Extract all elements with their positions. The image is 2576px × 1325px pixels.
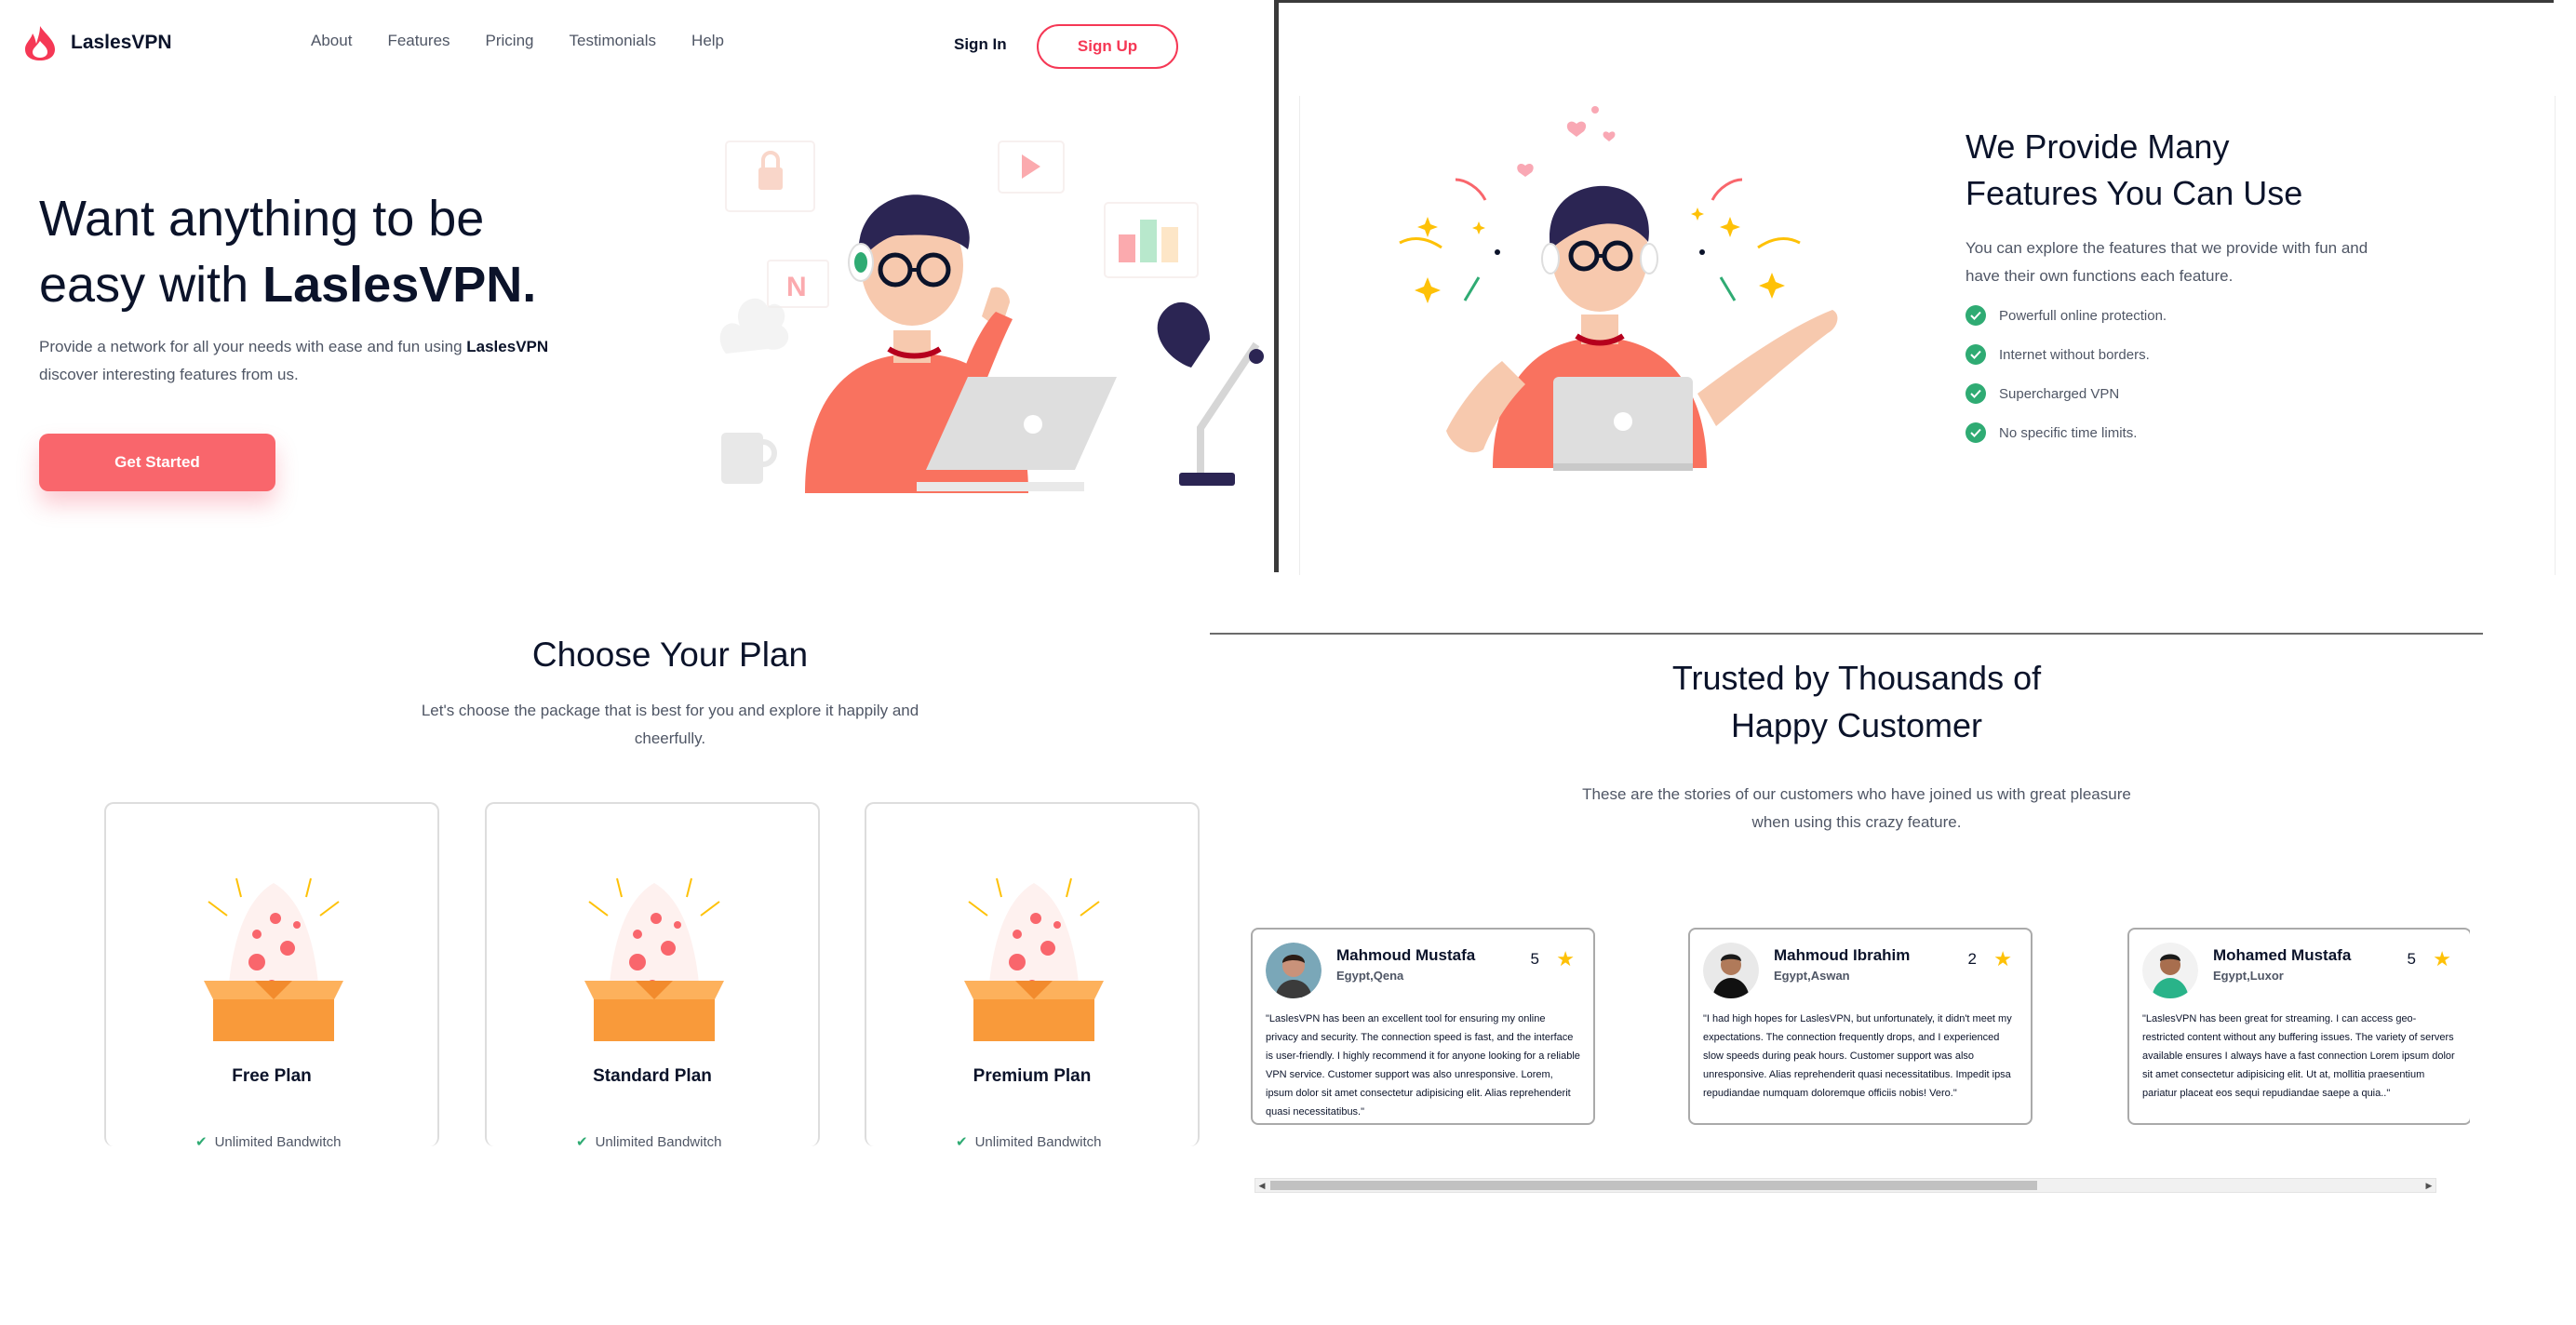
review-text: "LaslesVPN has been great for streaming.… bbox=[2142, 1013, 2455, 1099]
sign-up-button[interactable]: Sign Up bbox=[1037, 24, 1178, 69]
check-icon bbox=[1966, 422, 1986, 443]
testimonials-section: Trusted by Thousands of Happy Customer T… bbox=[1210, 572, 2576, 1224]
feature-item: Supercharged VPN bbox=[1966, 374, 2167, 413]
testimonial-card: Mohamed Mustafa Egypt,Luxor 5 ★ "LaslesV… bbox=[2127, 928, 2472, 1125]
plan-feature: ✔ Unlimited Bandwitch bbox=[576, 1133, 721, 1146]
scrollbar-thumb[interactable] bbox=[1270, 1181, 2037, 1190]
scroll-left-icon[interactable]: ◀ bbox=[1255, 1179, 1268, 1192]
check-icon bbox=[1966, 383, 1986, 404]
brand-name: LaslesVPN bbox=[71, 32, 172, 53]
plan-feature-label: Unlimited Bandwitch bbox=[595, 1134, 722, 1146]
reviewer-name: Mahmoud Mustafa bbox=[1336, 946, 1476, 964]
features-illustration bbox=[1399, 106, 1838, 471]
reviewer-name: Mahmoud Ibrahim bbox=[1774, 946, 1911, 964]
reviewer-name: Mohamed Mustafa bbox=[2213, 946, 2352, 964]
reviewer-location: Egypt,Luxor bbox=[2213, 969, 2284, 983]
check-icon: ✔ bbox=[956, 1134, 968, 1146]
avatar bbox=[2142, 943, 2198, 998]
feature-item-label: Powerfull online protection. bbox=[1999, 307, 2167, 324]
plan-name: Free Plan bbox=[232, 1066, 312, 1086]
plan-feature-label: Unlimited Bandwitch bbox=[214, 1134, 342, 1146]
features-title: We Provide Many Features You Can Use bbox=[1966, 124, 2487, 217]
get-started-button[interactable]: Get Started bbox=[39, 434, 275, 491]
features-title-line2: Features You Can Use bbox=[1966, 174, 2303, 212]
pricing-section: Choose Your Plan Let's choose the packag… bbox=[0, 572, 1210, 1149]
features-description: You can explore the features that we pro… bbox=[1966, 239, 2368, 285]
plan-name: Premium Plan bbox=[973, 1066, 1092, 1086]
avatar bbox=[1266, 943, 1322, 998]
main-nav: About Features Pricing Testimonials Help bbox=[311, 32, 724, 50]
nav-about[interactable]: About bbox=[311, 32, 352, 50]
testimonials-title-line2: Happy Customer bbox=[1730, 706, 1983, 744]
hero-illustration: N bbox=[719, 141, 1264, 493]
hero-desc-text: Provide a network for all your needs wit… bbox=[39, 338, 467, 355]
testimonial-card: Mahmoud Ibrahim Egypt,Aswan 2 ★ "I had h… bbox=[1688, 928, 2033, 1125]
testimonial-card: Mahmoud Mustafa Egypt,Qena 5 ★ "LaslesVP… bbox=[1251, 928, 1595, 1125]
hero-title-brand: LaslesVPN. bbox=[262, 257, 537, 313]
hero-title-line1: Want anything to be bbox=[39, 191, 485, 247]
avatar bbox=[1703, 943, 1759, 998]
feature-item-label: No specific time limits. bbox=[1999, 424, 2138, 441]
scroll-right-icon[interactable]: ▶ bbox=[2422, 1179, 2435, 1192]
pricing-title: Choose Your Plan bbox=[531, 636, 809, 674]
reviewer-location: Egypt,Aswan bbox=[1774, 969, 1850, 983]
plan-card-premium[interactable]: Premium Plan ✔ Unlimited Bandwitch bbox=[865, 802, 1200, 1146]
plan-card-free[interactable]: Free Plan ✔ Unlimited Bandwitch bbox=[104, 802, 439, 1146]
plan-feature: ✔ Unlimited Bandwitch bbox=[195, 1133, 341, 1146]
plan-feature-label: Unlimited Bandwitch bbox=[974, 1134, 1102, 1146]
check-icon: ✔ bbox=[195, 1134, 208, 1146]
features-title-line1: We Provide Many bbox=[1966, 127, 2230, 166]
testimonials-subtitle: These are the stories of our customers w… bbox=[1582, 785, 2131, 831]
hero-desc-line2: discover interesting features from us. bbox=[39, 366, 299, 383]
check-icon bbox=[1966, 344, 1986, 365]
pricing-subtitle: Let's choose the package that is best fo… bbox=[421, 702, 919, 747]
check-icon bbox=[1966, 305, 1986, 326]
review-text: "I had high hopes for LaslesVPN, but unf… bbox=[1703, 1013, 2012, 1099]
reviewer-location: Egypt,Qena bbox=[1336, 969, 1404, 983]
feature-item-label: Supercharged VPN bbox=[1999, 385, 2120, 402]
nav-help[interactable]: Help bbox=[691, 32, 724, 50]
hero-title: Want anything to be easy with LaslesVPN. bbox=[39, 186, 616, 318]
nav-features[interactable]: Features bbox=[387, 32, 449, 50]
rating-value: 5 bbox=[1530, 950, 1539, 968]
star-icon: ★ bbox=[2433, 947, 2451, 970]
carousel-scrollbar[interactable]: ◀ ▶ bbox=[1254, 1178, 2436, 1193]
feature-item: No specific time limits. bbox=[1966, 413, 2167, 452]
gift-box-icon bbox=[204, 877, 343, 1041]
hero-desc-brand: LaslesVPN bbox=[466, 338, 549, 355]
hero-title-line2-prefix: easy with bbox=[39, 257, 263, 313]
features-section: We Provide Many Features You Can Use You… bbox=[1279, 3, 2556, 575]
review-text: "LaslesVPN has been an excellent tool fo… bbox=[1266, 1013, 1580, 1118]
brand[interactable]: LaslesVPN bbox=[22, 24, 172, 61]
plan-name: Standard Plan bbox=[593, 1066, 712, 1086]
nav-testimonials[interactable]: Testimonials bbox=[570, 32, 657, 50]
hero-section: LaslesVPN About Features Pricing Testimo… bbox=[0, 0, 1275, 572]
star-icon: ★ bbox=[1556, 947, 1575, 970]
gift-box-icon bbox=[584, 877, 724, 1041]
hero-description: Provide a network for all your needs wit… bbox=[39, 333, 579, 389]
logo-icon bbox=[25, 26, 55, 60]
rating-value: 2 bbox=[1967, 950, 1977, 968]
star-icon: ★ bbox=[1993, 947, 2012, 970]
nav-pricing[interactable]: Pricing bbox=[486, 32, 534, 50]
features-list: Powerfull online protection. Internet wi… bbox=[1966, 296, 2167, 452]
art-letter: N bbox=[786, 272, 807, 302]
testimonials-title-line1: Trusted by Thousands of bbox=[1671, 659, 2042, 697]
testimonials-title: Trusted by Thousands of Happy Customer bbox=[1582, 654, 2131, 749]
sign-in-link[interactable]: Sign In bbox=[954, 35, 1007, 54]
rating-value: 5 bbox=[2407, 950, 2416, 968]
plan-feature: ✔ Unlimited Bandwitch bbox=[956, 1133, 1101, 1146]
plan-card-standard[interactable]: Standard Plan ✔ Unlimited Bandwitch bbox=[485, 802, 820, 1146]
carousel-clip bbox=[2470, 921, 2576, 1135]
feature-item: Internet without borders. bbox=[1966, 335, 2167, 374]
section-divider bbox=[1210, 633, 2483, 635]
gift-box-icon bbox=[964, 877, 1104, 1041]
check-icon: ✔ bbox=[576, 1134, 588, 1146]
feature-item-label: Internet without borders. bbox=[1999, 346, 2150, 363]
feature-item: Powerfull online protection. bbox=[1966, 296, 2167, 335]
